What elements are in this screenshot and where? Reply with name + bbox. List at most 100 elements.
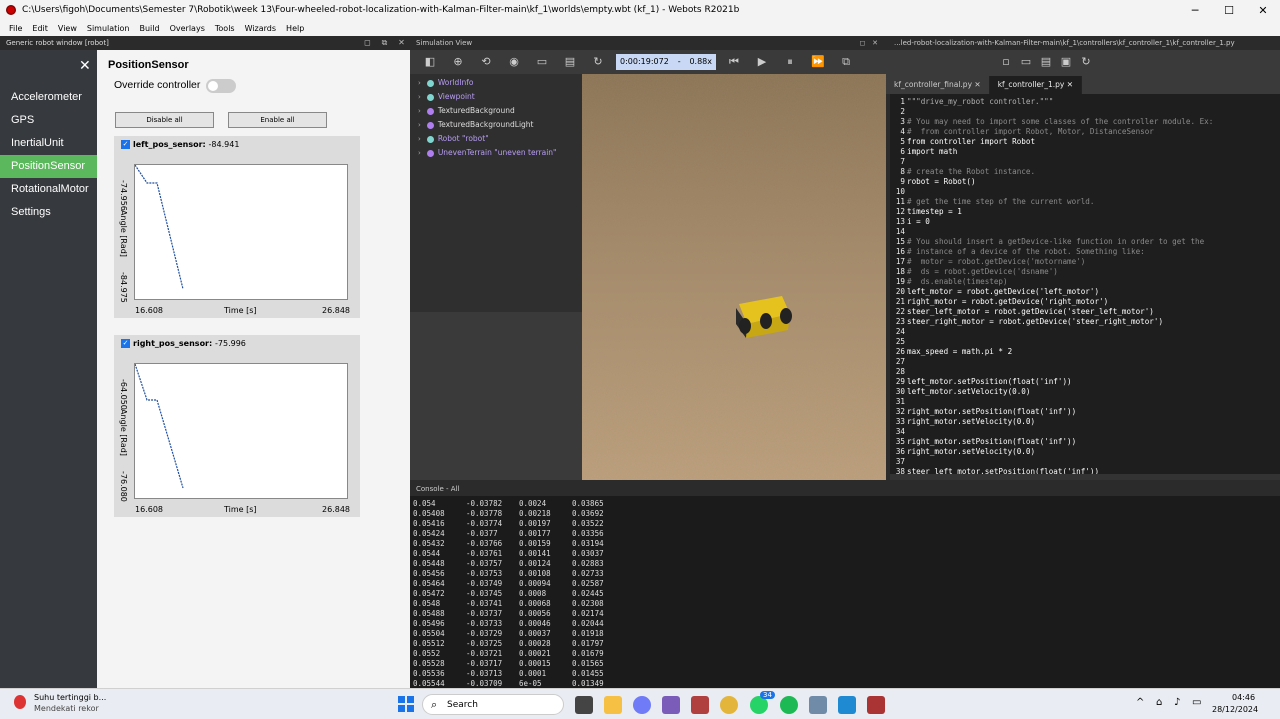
sidebar-item-positionsensor[interactable]: PositionSensor bbox=[0, 155, 97, 178]
sidebar-item-rotationalmotor[interactable]: RotationalMotor bbox=[0, 178, 97, 201]
sidebar-close-icon[interactable]: ✕ bbox=[79, 58, 93, 74]
code-line[interactable]: 4 # from controller import Robot, Motor, … bbox=[890, 127, 1280, 137]
code-line[interactable]: 38 steer_left_motor.setPosition(float('in… bbox=[890, 467, 1280, 474]
code-line[interactable]: 27 bbox=[890, 357, 1280, 367]
scene-node-worldinfo[interactable]: › WorldInfo bbox=[410, 76, 582, 90]
code-line[interactable]: 31 bbox=[890, 397, 1280, 407]
disable-all-button[interactable]: Disable all bbox=[115, 112, 214, 128]
screenshot-icon[interactable]: ⧉ bbox=[838, 54, 854, 70]
sim-window-controls[interactable]: ◻ ✕ bbox=[860, 36, 878, 50]
code-line[interactable]: 15 # You should insert a getDevice-like f… bbox=[890, 237, 1280, 247]
code-line[interactable]: 21 right_motor = robot.getDevice('right_m… bbox=[890, 297, 1280, 307]
save-file-icon[interactable]: ▤ bbox=[1038, 54, 1054, 70]
chrome-icon[interactable] bbox=[720, 696, 738, 714]
clock-date[interactable]: 28/12/2024 bbox=[1212, 705, 1258, 714]
code-line[interactable]: 34 bbox=[890, 427, 1280, 437]
menu-build[interactable]: Build bbox=[140, 24, 160, 33]
editor-scrollbar[interactable] bbox=[890, 474, 1280, 480]
enable-all-button[interactable]: Enable all bbox=[228, 112, 327, 128]
save-world-icon[interactable]: ▤ bbox=[562, 54, 578, 70]
menu-wizards[interactable]: Wizards bbox=[245, 24, 276, 33]
code-line[interactable]: 23 steer_right_motor = robot.getDevice('s… bbox=[890, 317, 1280, 327]
task-view-icon[interactable] bbox=[575, 696, 593, 714]
add-node-icon[interactable]: ⊕ bbox=[450, 54, 466, 70]
tray-volume-icon[interactable]: ♪ bbox=[1174, 697, 1180, 708]
reload-world-icon[interactable]: ↻ bbox=[590, 54, 606, 70]
code-line[interactable]: 14 bbox=[890, 227, 1280, 237]
code-line[interactable]: 9 robot = Robot() bbox=[890, 177, 1280, 187]
code-line[interactable]: 3 # You may need to import some classes o… bbox=[890, 117, 1280, 127]
close-icon[interactable]: ✕ bbox=[393, 38, 410, 48]
code-line[interactable]: 17 # motor = robot.getDevice('motorname') bbox=[890, 257, 1280, 267]
sidebar-item-inertialunit[interactable]: InertialUnit bbox=[0, 132, 97, 155]
new-file-icon[interactable]: ▫ bbox=[998, 54, 1014, 70]
code-line[interactable]: 33 right_motor.setVelocity(0.0) bbox=[890, 417, 1280, 427]
code-line[interactable]: 16 # instance of a device of the robot. S… bbox=[890, 247, 1280, 257]
code-line[interactable]: 5 from controller import Robot bbox=[890, 137, 1280, 147]
scene-node-texturedbackground[interactable]: › TexturedBackground bbox=[410, 104, 582, 118]
code-line[interactable]: 32 right_motor.setPosition(float('inf')) bbox=[890, 407, 1280, 417]
copilot-icon[interactable] bbox=[633, 696, 651, 714]
code-line[interactable]: 2 bbox=[890, 107, 1280, 117]
sidebar-item-settings[interactable]: Settings bbox=[0, 201, 97, 224]
scene-node-viewpoint[interactable]: › Viewpoint bbox=[410, 90, 582, 104]
right-sensor-checkbox[interactable]: ✓ bbox=[121, 339, 130, 348]
code-line[interactable]: 19 # ds.enable(timestep) bbox=[890, 277, 1280, 287]
menu-simulation[interactable]: Simulation bbox=[87, 24, 130, 33]
clock-time[interactable]: 04:46 bbox=[1232, 693, 1255, 702]
save-as-icon[interactable]: ▣ bbox=[1058, 54, 1074, 70]
menu-file[interactable]: File bbox=[9, 24, 22, 33]
open-world-icon[interactable]: ▭ bbox=[534, 54, 550, 70]
scene-node-robot[interactable]: › Robot "robot" bbox=[410, 132, 582, 146]
spotify-icon[interactable] bbox=[780, 696, 798, 714]
code-line[interactable]: 13 i = 0 bbox=[890, 217, 1280, 227]
webots-taskbar-icon[interactable] bbox=[691, 696, 709, 714]
code-line[interactable]: 35 right_motor.setPosition(float('inf')) bbox=[890, 437, 1280, 447]
code-line[interactable]: 11 # get the time step of the current wor… bbox=[890, 197, 1280, 207]
menu-tools[interactable]: Tools bbox=[215, 24, 235, 33]
scene-node-uneventerrain[interactable]: › UnevenTerrain "uneven terrain" bbox=[410, 146, 582, 160]
webots-app-icon[interactable] bbox=[867, 696, 885, 714]
app-icon[interactable] bbox=[662, 696, 680, 714]
reset-simulation-icon[interactable]: ⏮ bbox=[726, 54, 742, 70]
tray-battery-icon[interactable]: ▭ bbox=[1192, 697, 1201, 708]
console-output[interactable]: 0.054 -0.03782 0.0024 0.03865 0.05408 -0.0377… bbox=[410, 496, 1280, 688]
menu-help[interactable]: Help bbox=[286, 24, 304, 33]
code-line[interactable]: 29 left_motor.setPosition(float('inf')) bbox=[890, 377, 1280, 387]
menu-overlays[interactable]: Overlays bbox=[170, 24, 205, 33]
vscode-icon[interactable] bbox=[838, 696, 856, 714]
tab-kf-controller-final[interactable]: kf_controller_final.py ✕ bbox=[886, 76, 990, 94]
pause-icon[interactable]: ⏸ bbox=[782, 54, 798, 70]
open-file-icon[interactable]: ▭ bbox=[1018, 54, 1034, 70]
code-line[interactable]: 28 bbox=[890, 367, 1280, 377]
code-line[interactable]: 8 # create the Robot instance. bbox=[890, 167, 1280, 177]
fast-forward-icon[interactable]: ⏩ bbox=[810, 54, 826, 70]
code-line[interactable]: 22 steer_left_motor = robot.getDevice('st… bbox=[890, 307, 1280, 317]
tab-kf-controller-1[interactable]: kf_controller_1.py ✕ bbox=[989, 76, 1082, 94]
code-line[interactable]: 37 bbox=[890, 457, 1280, 467]
menu-edit[interactable]: Edit bbox=[32, 24, 48, 33]
file-explorer-icon[interactable] bbox=[604, 696, 622, 714]
override-toggle[interactable] bbox=[206, 79, 236, 93]
sidebar-item-accelerometer[interactable]: Accelerometer bbox=[0, 86, 97, 109]
code-line[interactable]: 26 max_speed = math.pi * 2 bbox=[890, 347, 1280, 357]
code-editor[interactable]: 1 """drive_my_robot controller.""" 2 3 # You… bbox=[890, 94, 1280, 474]
code-line[interactable]: 1 """drive_my_robot controller.""" bbox=[890, 97, 1280, 107]
float-icon[interactable]: ⧉ bbox=[376, 38, 393, 48]
settings-icon[interactable] bbox=[809, 696, 827, 714]
code-line[interactable]: 12 timestep = 1 bbox=[890, 207, 1280, 217]
revert-icon[interactable]: ↻ bbox=[1078, 54, 1094, 70]
weather-icon[interactable] bbox=[14, 695, 26, 709]
code-line[interactable]: 25 bbox=[890, 337, 1280, 347]
windows-start-icon[interactable] bbox=[398, 696, 414, 712]
maximize-button[interactable]: ☐ bbox=[1212, 4, 1246, 17]
weather-title[interactable]: Suhu tertinggi b... bbox=[34, 693, 106, 702]
code-line[interactable]: 30 left_motor.setVelocity(0.0) bbox=[890, 387, 1280, 397]
minimize-button[interactable]: ─ bbox=[1178, 4, 1212, 17]
tray-network-icon[interactable]: ⌂ bbox=[1156, 697, 1162, 708]
left-sensor-checkbox[interactable]: ✓ bbox=[121, 140, 130, 149]
3d-view[interactable] bbox=[582, 74, 886, 480]
code-line[interactable]: 24 bbox=[890, 327, 1280, 337]
code-line[interactable]: 10 bbox=[890, 187, 1280, 197]
code-line[interactable]: 20 left_motor = robot.getDevice('left_mot… bbox=[890, 287, 1280, 297]
